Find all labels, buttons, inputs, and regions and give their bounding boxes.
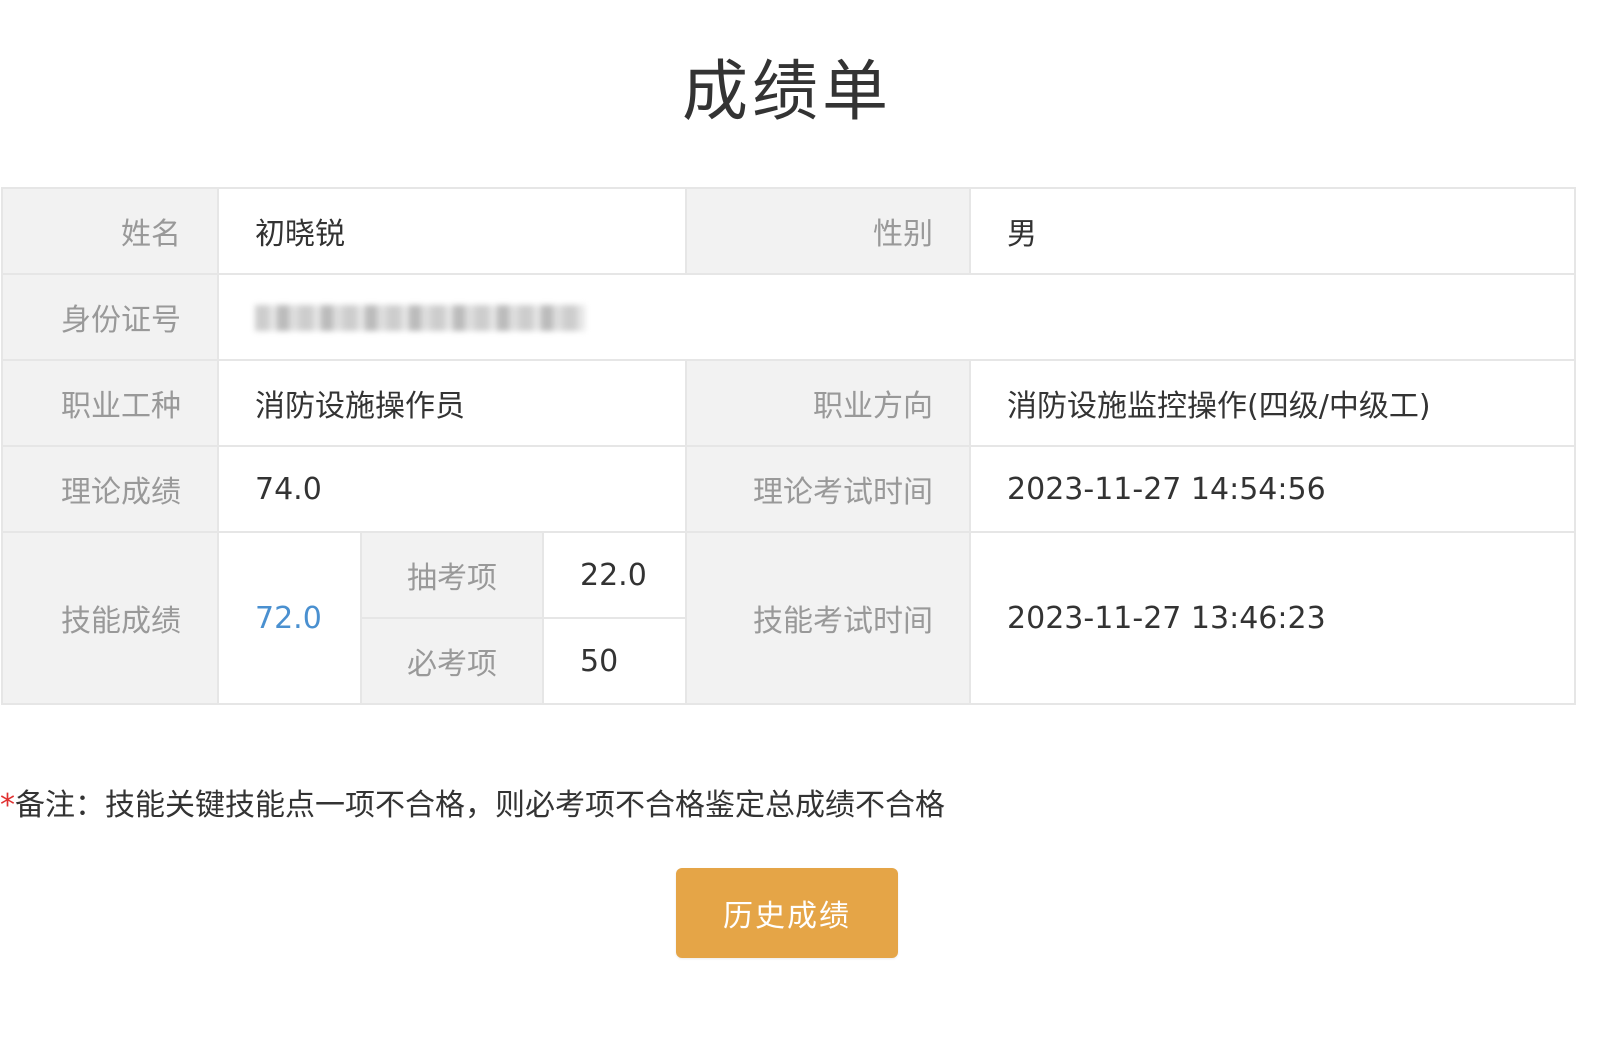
direction-label: 职业方向 [685, 359, 972, 447]
remark-note: *备注：技能关键技能点一项不合格，则必考项不合格鉴定总成绩不合格 [0, 780, 945, 824]
gender-label: 性别 [685, 187, 972, 275]
skill-time-value: 2023-11-27 13:46:23 [969, 531, 1577, 705]
occupation-value: 消防设施操作员 [216, 359, 688, 447]
sampled-item-value: 22.0 [541, 531, 688, 619]
table-row-id: 身份证号 [1, 273, 1577, 361]
table-row-theory: 理论成绩 74.0 理论考试时间 2023-11-27 14:54:56 [1, 445, 1577, 533]
theory-time-value: 2023-11-27 14:54:56 [969, 445, 1577, 533]
remark-text: 备注：技能关键技能点一项不合格，则必考项不合格鉴定总成绩不合格 [15, 788, 945, 823]
table-row-name: 姓名 初晓锐 性别 男 [1, 187, 1577, 275]
skill-score-label: 技能成绩 [1, 531, 219, 705]
skill-time-label: 技能考试时间 [685, 531, 972, 705]
gender-value: 男 [969, 187, 1577, 275]
history-scores-button[interactable]: 历史成绩 [676, 868, 898, 958]
redacted-id-number [255, 305, 585, 331]
id-number-value [216, 273, 1577, 361]
skill-score-value[interactable]: 72.0 [217, 531, 362, 705]
theory-score-value: 74.0 [216, 445, 688, 533]
sampled-item-label: 抽考项 [360, 531, 544, 619]
occupation-label: 职业工种 [1, 359, 219, 447]
table-row-skill: 技能成绩 72.0 抽考项 22.0 技能考试时间 2023-11-27 13:… [1, 531, 1577, 705]
score-table: 姓名 初晓锐 性别 男 身份证号 职业工种 消防设施操作员 职业方向 消防设施监… [1, 187, 1577, 705]
name-value: 初晓锐 [216, 187, 688, 275]
table-row-occupation: 职业工种 消防设施操作员 职业方向 消防设施监控操作(四级/中级工) [1, 359, 1577, 447]
theory-score-label: 理论成绩 [1, 445, 219, 533]
id-number-label: 身份证号 [1, 273, 219, 361]
page-title: 成绩单 [682, 53, 892, 130]
required-asterisk: * [0, 788, 15, 823]
theory-time-label: 理论考试时间 [685, 445, 972, 533]
required-item-label: 必考项 [360, 617, 544, 705]
direction-value: 消防设施监控操作(四级/中级工) [969, 359, 1577, 447]
required-item-value: 50 [541, 617, 688, 705]
name-label: 姓名 [1, 187, 219, 275]
